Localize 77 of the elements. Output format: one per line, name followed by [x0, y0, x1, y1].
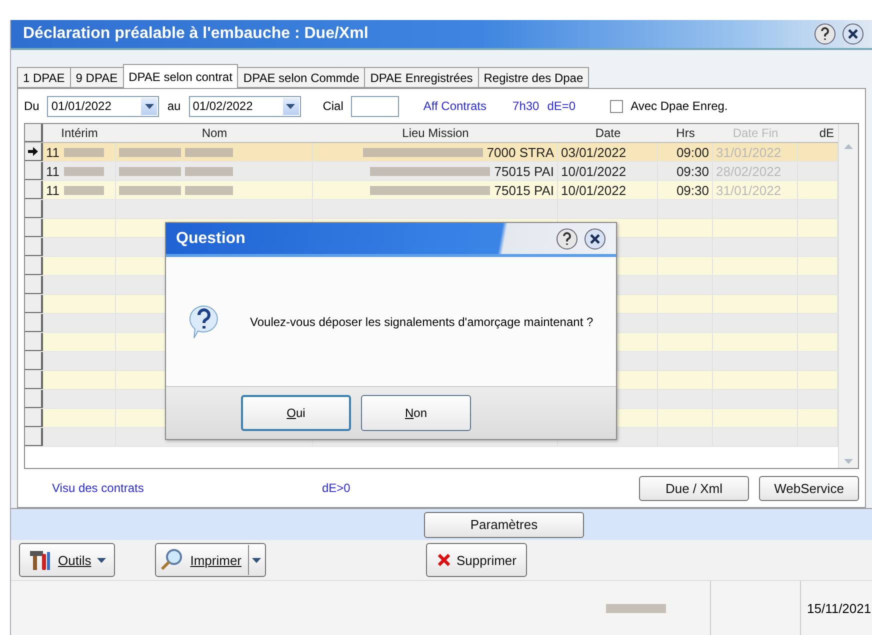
close-icon[interactable]: [842, 23, 864, 45]
table-cell: 75015 PAI: [494, 164, 554, 178]
blurred-text: [64, 186, 104, 194]
table-cell: 09:00: [658, 143, 713, 161]
table-cell: 31/01/2022: [713, 181, 798, 199]
action-button[interactable]: Due / Xml: [639, 476, 749, 500]
question-icon: [188, 304, 220, 340]
column-header[interactable]: Lieu Mission: [313, 124, 558, 142]
blurred-text: [185, 148, 233, 156]
dialog-title: Question: [176, 230, 246, 248]
visu-contrats-link[interactable]: Visu des contrats: [52, 481, 322, 495]
magnifier-icon: [160, 548, 184, 572]
caret-icon: [97, 558, 106, 562]
table-row[interactable]: 11 7000 STRA 03/01/2022 09:00 31/01/2022: [25, 143, 838, 162]
close-icon[interactable]: [584, 228, 606, 250]
tab[interactable]: DPAE selon Commde: [237, 67, 366, 88]
blurred-text: [64, 166, 104, 176]
table-cell: 11: [43, 181, 116, 199]
table-cell: 11: [43, 143, 116, 161]
settings-button[interactable]: Paramètres: [424, 512, 584, 538]
caret-icon: [252, 558, 261, 562]
table-cell: 7000 STRA: [486, 144, 554, 160]
tools-button[interactable]: Outils: [19, 543, 116, 577]
row-header[interactable]: [25, 143, 43, 161]
help-icon[interactable]: [556, 228, 578, 250]
row-pointer-icon: [28, 147, 38, 156]
print-button[interactable]: Imprimer: [155, 543, 266, 577]
aff-contrats-link[interactable]: Aff Contrats: [423, 99, 487, 113]
table-cell: 09:30: [658, 181, 713, 199]
tab[interactable]: 9 DPAE: [70, 67, 124, 88]
blurred-text: [119, 186, 181, 194]
tools-icon: [28, 548, 52, 572]
column-header[interactable]: Date: [558, 124, 658, 142]
table-cell: 11: [43, 162, 116, 180]
tab[interactable]: Registre des Dpae: [478, 67, 590, 88]
to-date-field[interactable]: 01/02/2022: [188, 96, 301, 116]
dialog-message: Voulez-vous déposer les signalements d'amorçage maintenant ?: [250, 314, 594, 328]
blurred-text: [606, 604, 666, 612]
column-header[interactable]: Hrs: [658, 124, 713, 142]
checkbox-label: Avec Dpae Enreg.: [630, 99, 728, 113]
status-date: 15/11/2021: [800, 581, 872, 635]
cial-field[interactable]: [351, 96, 400, 116]
table-cell: 75015 PAI: [494, 182, 554, 198]
column-header[interactable]: Intérim: [43, 124, 116, 142]
dialog-button[interactable]: Oui: [241, 395, 351, 431]
blurred-text: [185, 166, 233, 176]
blurred-text: [119, 166, 181, 176]
tab[interactable]: DPAE Enregistrées: [364, 67, 479, 88]
delete-icon: [436, 553, 451, 567]
de-filter-link[interactable]: dE>0: [322, 481, 639, 495]
de-text: dE=0: [547, 99, 576, 113]
table-row[interactable]: 11 75015 PAI 10/01/2022 09:30 31/01/2022: [25, 181, 838, 200]
from-date-field[interactable]: 01/01/2022: [47, 96, 160, 116]
tab[interactable]: 1 DPAE: [17, 67, 71, 88]
table-cell: 10/01/2022: [558, 181, 658, 199]
action-button[interactable]: WebService: [759, 476, 859, 500]
delete-button[interactable]: Supprimer: [426, 543, 528, 577]
window-title: Déclaration préalable à l'embauche : Due/Xml: [23, 25, 368, 43]
blurred-text: [185, 186, 233, 194]
column-header[interactable]: Nom: [116, 124, 313, 142]
dropdown-icon: [144, 104, 154, 108]
dialog-button[interactable]: Non: [361, 395, 471, 431]
dropdown-icon: [286, 104, 296, 108]
table-cell: 10/01/2022: [558, 162, 658, 180]
column-header[interactable]: dE: [798, 124, 838, 142]
table-cell: 09:30: [658, 162, 713, 180]
blurred-text: [64, 148, 104, 156]
table-cell: 31/01/2022: [713, 143, 798, 161]
tab[interactable]: DPAE selon contrat: [122, 64, 238, 88]
checkbox[interactable]: [610, 100, 623, 112]
from-label: Du: [24, 99, 40, 113]
hours-text: 7h30: [512, 99, 540, 113]
to-label: au: [167, 99, 181, 113]
blurred-text: [119, 148, 181, 156]
help-icon[interactable]: [814, 23, 836, 45]
table-cell: 03/01/2022: [558, 143, 658, 161]
cial-label: Cial: [322, 99, 344, 113]
